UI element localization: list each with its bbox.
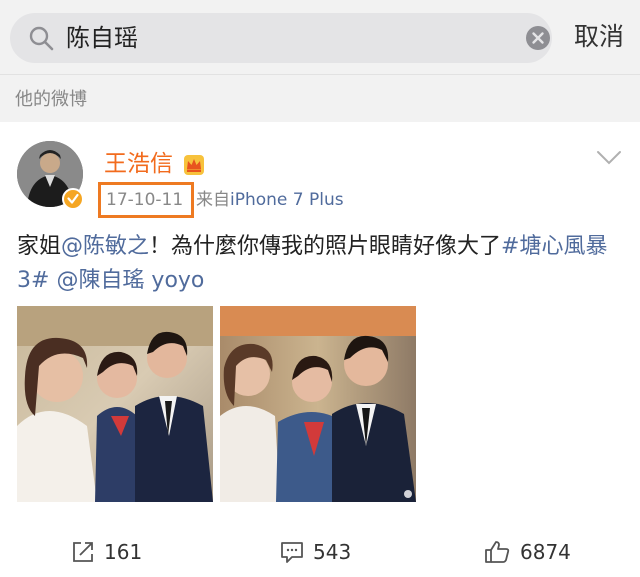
verified-badge-icon (62, 188, 84, 210)
source-name[interactable]: iPhone 7 Plus (230, 190, 344, 210)
post-text-segment: ！為什麼你傳我的照片眼睛好像大了 (149, 234, 502, 259)
post-text: 家姐@陈敏之！為什麼你傳我的照片眼睛好像大了#塘心風暴 3# @陳自瑤 yoyo (17, 230, 623, 298)
repost-count: 161 (104, 540, 143, 564)
action-bar: 161 543 6874 (0, 524, 640, 577)
comment-icon (281, 542, 303, 563)
date-highlight-box (98, 182, 194, 218)
comment-count: 543 (313, 540, 352, 564)
section-title: 他的微博 (15, 89, 87, 110)
search-input[interactable]: 陈自瑶 (66, 23, 138, 53)
chevron-down-icon[interactable] (596, 150, 622, 166)
post-photo[interactable] (220, 306, 416, 502)
post-photo[interactable] (17, 306, 213, 502)
like-count: 6874 (520, 540, 571, 564)
mention-link[interactable]: @陳自瑤 yoyo (56, 268, 204, 293)
post-text-segment: 家姐 (17, 234, 62, 259)
search-icon (29, 26, 54, 51)
thumbs-up-icon (485, 541, 510, 563)
repost-icon (73, 542, 93, 562)
section-header: 他的微博 (0, 74, 640, 122)
search-field[interactable]: 陈自瑶 (10, 13, 552, 63)
clear-icon[interactable] (525, 25, 551, 51)
cancel-button[interactable]: 取消 (574, 20, 624, 54)
crown-icon (184, 155, 204, 175)
post-source: 来自iPhone 7 Plus (196, 189, 344, 211)
mention-link[interactable]: @陈敏之 (61, 234, 149, 259)
source-prefix: 来自 (196, 190, 230, 210)
search-bar: 陈自瑶 取消 (0, 0, 640, 74)
weibo-post[interactable]: 王浩信 17-10-11 来自iPhone 7 Plus 家姐@陈敏之！為什麼你… (0, 122, 640, 577)
author-name[interactable]: 王浩信 (104, 150, 173, 178)
